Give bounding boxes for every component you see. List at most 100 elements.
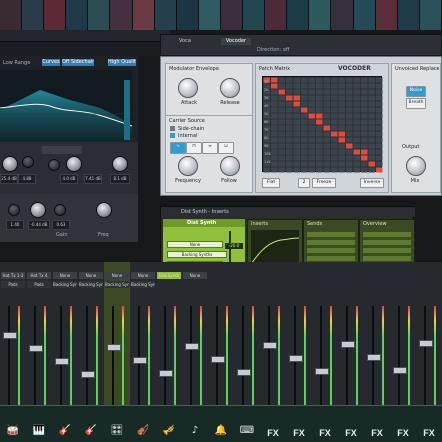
matrix-cell[interactable] bbox=[331, 77, 338, 83]
matrix-cell[interactable] bbox=[338, 77, 346, 83]
matrix-cell[interactable] bbox=[323, 137, 331, 143]
matrix-cell[interactable] bbox=[323, 77, 331, 83]
matrix-cell[interactable] bbox=[376, 95, 383, 101]
attack-knob[interactable] bbox=[178, 78, 198, 98]
strip-icon-area[interactable]: 🥁 bbox=[0, 405, 26, 442]
preset-2-button[interactable]: 2 bbox=[298, 178, 310, 188]
matrix-cell[interactable] bbox=[338, 125, 346, 131]
matrix-cell[interactable] bbox=[278, 113, 286, 119]
video-thumbnail[interactable] bbox=[176, 0, 199, 30]
video-thumbnail[interactable] bbox=[154, 0, 177, 30]
matrix-cell[interactable] bbox=[308, 161, 316, 167]
value-field[interactable]: 7.41 dB bbox=[84, 174, 102, 184]
matrix-cell-on[interactable] bbox=[331, 131, 338, 137]
matrix-cell[interactable] bbox=[338, 113, 346, 119]
send-slot[interactable] bbox=[307, 232, 355, 237]
dyn-knob[interactable] bbox=[8, 204, 20, 216]
internal-radio[interactable] bbox=[170, 133, 175, 138]
matrix-cell[interactable] bbox=[308, 83, 316, 89]
preset-name[interactable]: Vocoder bbox=[221, 38, 251, 45]
matrix-cell[interactable] bbox=[331, 119, 338, 125]
matrix-cell[interactable] bbox=[346, 161, 353, 167]
matrix-cell-on[interactable] bbox=[271, 77, 278, 83]
matrix-cell[interactable] bbox=[376, 113, 383, 119]
overview-slot[interactable] bbox=[363, 256, 411, 261]
strip-name[interactable]: Hat Tx 1-3 bbox=[1, 272, 25, 279]
matrix-cell[interactable] bbox=[368, 83, 376, 89]
release-knob[interactable] bbox=[220, 78, 240, 98]
matrix-cell[interactable] bbox=[278, 161, 286, 167]
matrix-cell[interactable] bbox=[286, 155, 293, 161]
matrix-cell[interactable] bbox=[361, 77, 368, 83]
strip-icon-area[interactable]: FX bbox=[286, 405, 312, 442]
strip-name[interactable]: None bbox=[53, 272, 77, 279]
strip-icon-area[interactable]: ♪ bbox=[182, 405, 208, 442]
noise-button[interactable]: Noise bbox=[406, 86, 426, 97]
video-thumbnail[interactable] bbox=[66, 0, 89, 30]
matrix-cell[interactable] bbox=[376, 137, 383, 143]
channel-name[interactable]: Dist Synth bbox=[187, 220, 227, 226]
value-field[interactable]: 1.40 bbox=[6, 220, 24, 230]
channel-fader[interactable] bbox=[419, 340, 433, 347]
patch-name-field[interactable]: Backing Synths bbox=[167, 251, 227, 258]
value-field[interactable]: -0.44 dB bbox=[28, 220, 50, 230]
matrix-cell[interactable] bbox=[278, 125, 286, 131]
video-thumbnail[interactable] bbox=[309, 0, 332, 30]
matrix-cell[interactable] bbox=[376, 107, 383, 113]
matrix-cell[interactable] bbox=[376, 119, 383, 125]
matrix-cell[interactable] bbox=[376, 77, 383, 83]
matrix-cell[interactable] bbox=[353, 143, 361, 149]
matrix-cell[interactable] bbox=[278, 119, 286, 125]
matrix-cell[interactable] bbox=[368, 89, 376, 95]
matrix-cell[interactable] bbox=[376, 125, 383, 131]
matrix-cell[interactable] bbox=[353, 83, 361, 89]
matrix-cell[interactable] bbox=[308, 143, 316, 149]
low-gain-knob[interactable] bbox=[2, 156, 18, 172]
matrix-cell[interactable] bbox=[286, 161, 293, 167]
video-thumbnail[interactable] bbox=[44, 0, 67, 30]
strip-icon-area[interactable]: 🎸 bbox=[52, 405, 78, 442]
matrix-cell[interactable] bbox=[361, 167, 368, 173]
channel-fader[interactable] bbox=[289, 355, 303, 362]
video-thumbnail[interactable] bbox=[287, 0, 310, 30]
matrix-cell[interactable] bbox=[293, 83, 301, 89]
matrix-cell-on[interactable] bbox=[346, 143, 353, 149]
matrix-cell[interactable] bbox=[323, 149, 331, 155]
matrix-cell[interactable] bbox=[271, 95, 278, 101]
matrix-cell[interactable] bbox=[376, 89, 383, 95]
matrix-cell[interactable] bbox=[271, 161, 278, 167]
matrix-cell[interactable] bbox=[301, 119, 308, 125]
matrix-cell[interactable] bbox=[271, 155, 278, 161]
matrix-cell[interactable] bbox=[271, 119, 278, 125]
strip-icon-area[interactable]: 🎹 bbox=[26, 405, 52, 442]
matrix-cell[interactable] bbox=[301, 83, 308, 89]
sidechain-button[interactable]: Off Sidechain bbox=[62, 59, 94, 66]
matrix-cell[interactable] bbox=[286, 77, 293, 83]
matrix-cell[interactable] bbox=[376, 83, 383, 89]
strip-name[interactable]: None bbox=[79, 272, 103, 279]
matrix-cell[interactable] bbox=[323, 101, 331, 107]
matrix-cell[interactable] bbox=[323, 143, 331, 149]
matrix-cell[interactable] bbox=[316, 131, 323, 137]
freeze-button[interactable]: Freeze bbox=[312, 178, 336, 188]
matrix-cell[interactable] bbox=[346, 167, 353, 173]
matrix-cell[interactable] bbox=[368, 119, 376, 125]
matrix-cell-on[interactable] bbox=[293, 95, 301, 101]
matrix-cell[interactable] bbox=[353, 167, 361, 173]
video-thumbnail[interactable] bbox=[110, 0, 133, 30]
value-field[interactable]: 25.4 dB bbox=[0, 174, 18, 184]
matrix-cell[interactable] bbox=[361, 143, 368, 149]
strip-icon-area[interactable]: FX bbox=[364, 405, 390, 442]
waveform-square-button[interactable]: ⊓ bbox=[186, 142, 202, 154]
matrix-cell[interactable] bbox=[361, 125, 368, 131]
matrix-cell[interactable] bbox=[308, 101, 316, 107]
strip-name[interactable]: None bbox=[131, 272, 155, 279]
sidechain-radio[interactable] bbox=[170, 126, 175, 131]
video-thumbnail[interactable] bbox=[375, 0, 398, 30]
overview-slot[interactable] bbox=[363, 248, 411, 253]
inverse-button[interactable]: Inverse bbox=[360, 178, 384, 188]
matrix-cell[interactable] bbox=[346, 113, 353, 119]
matrix-cell[interactable] bbox=[361, 119, 368, 125]
matrix-cell[interactable] bbox=[286, 137, 293, 143]
dyn-knob[interactable] bbox=[30, 202, 46, 218]
